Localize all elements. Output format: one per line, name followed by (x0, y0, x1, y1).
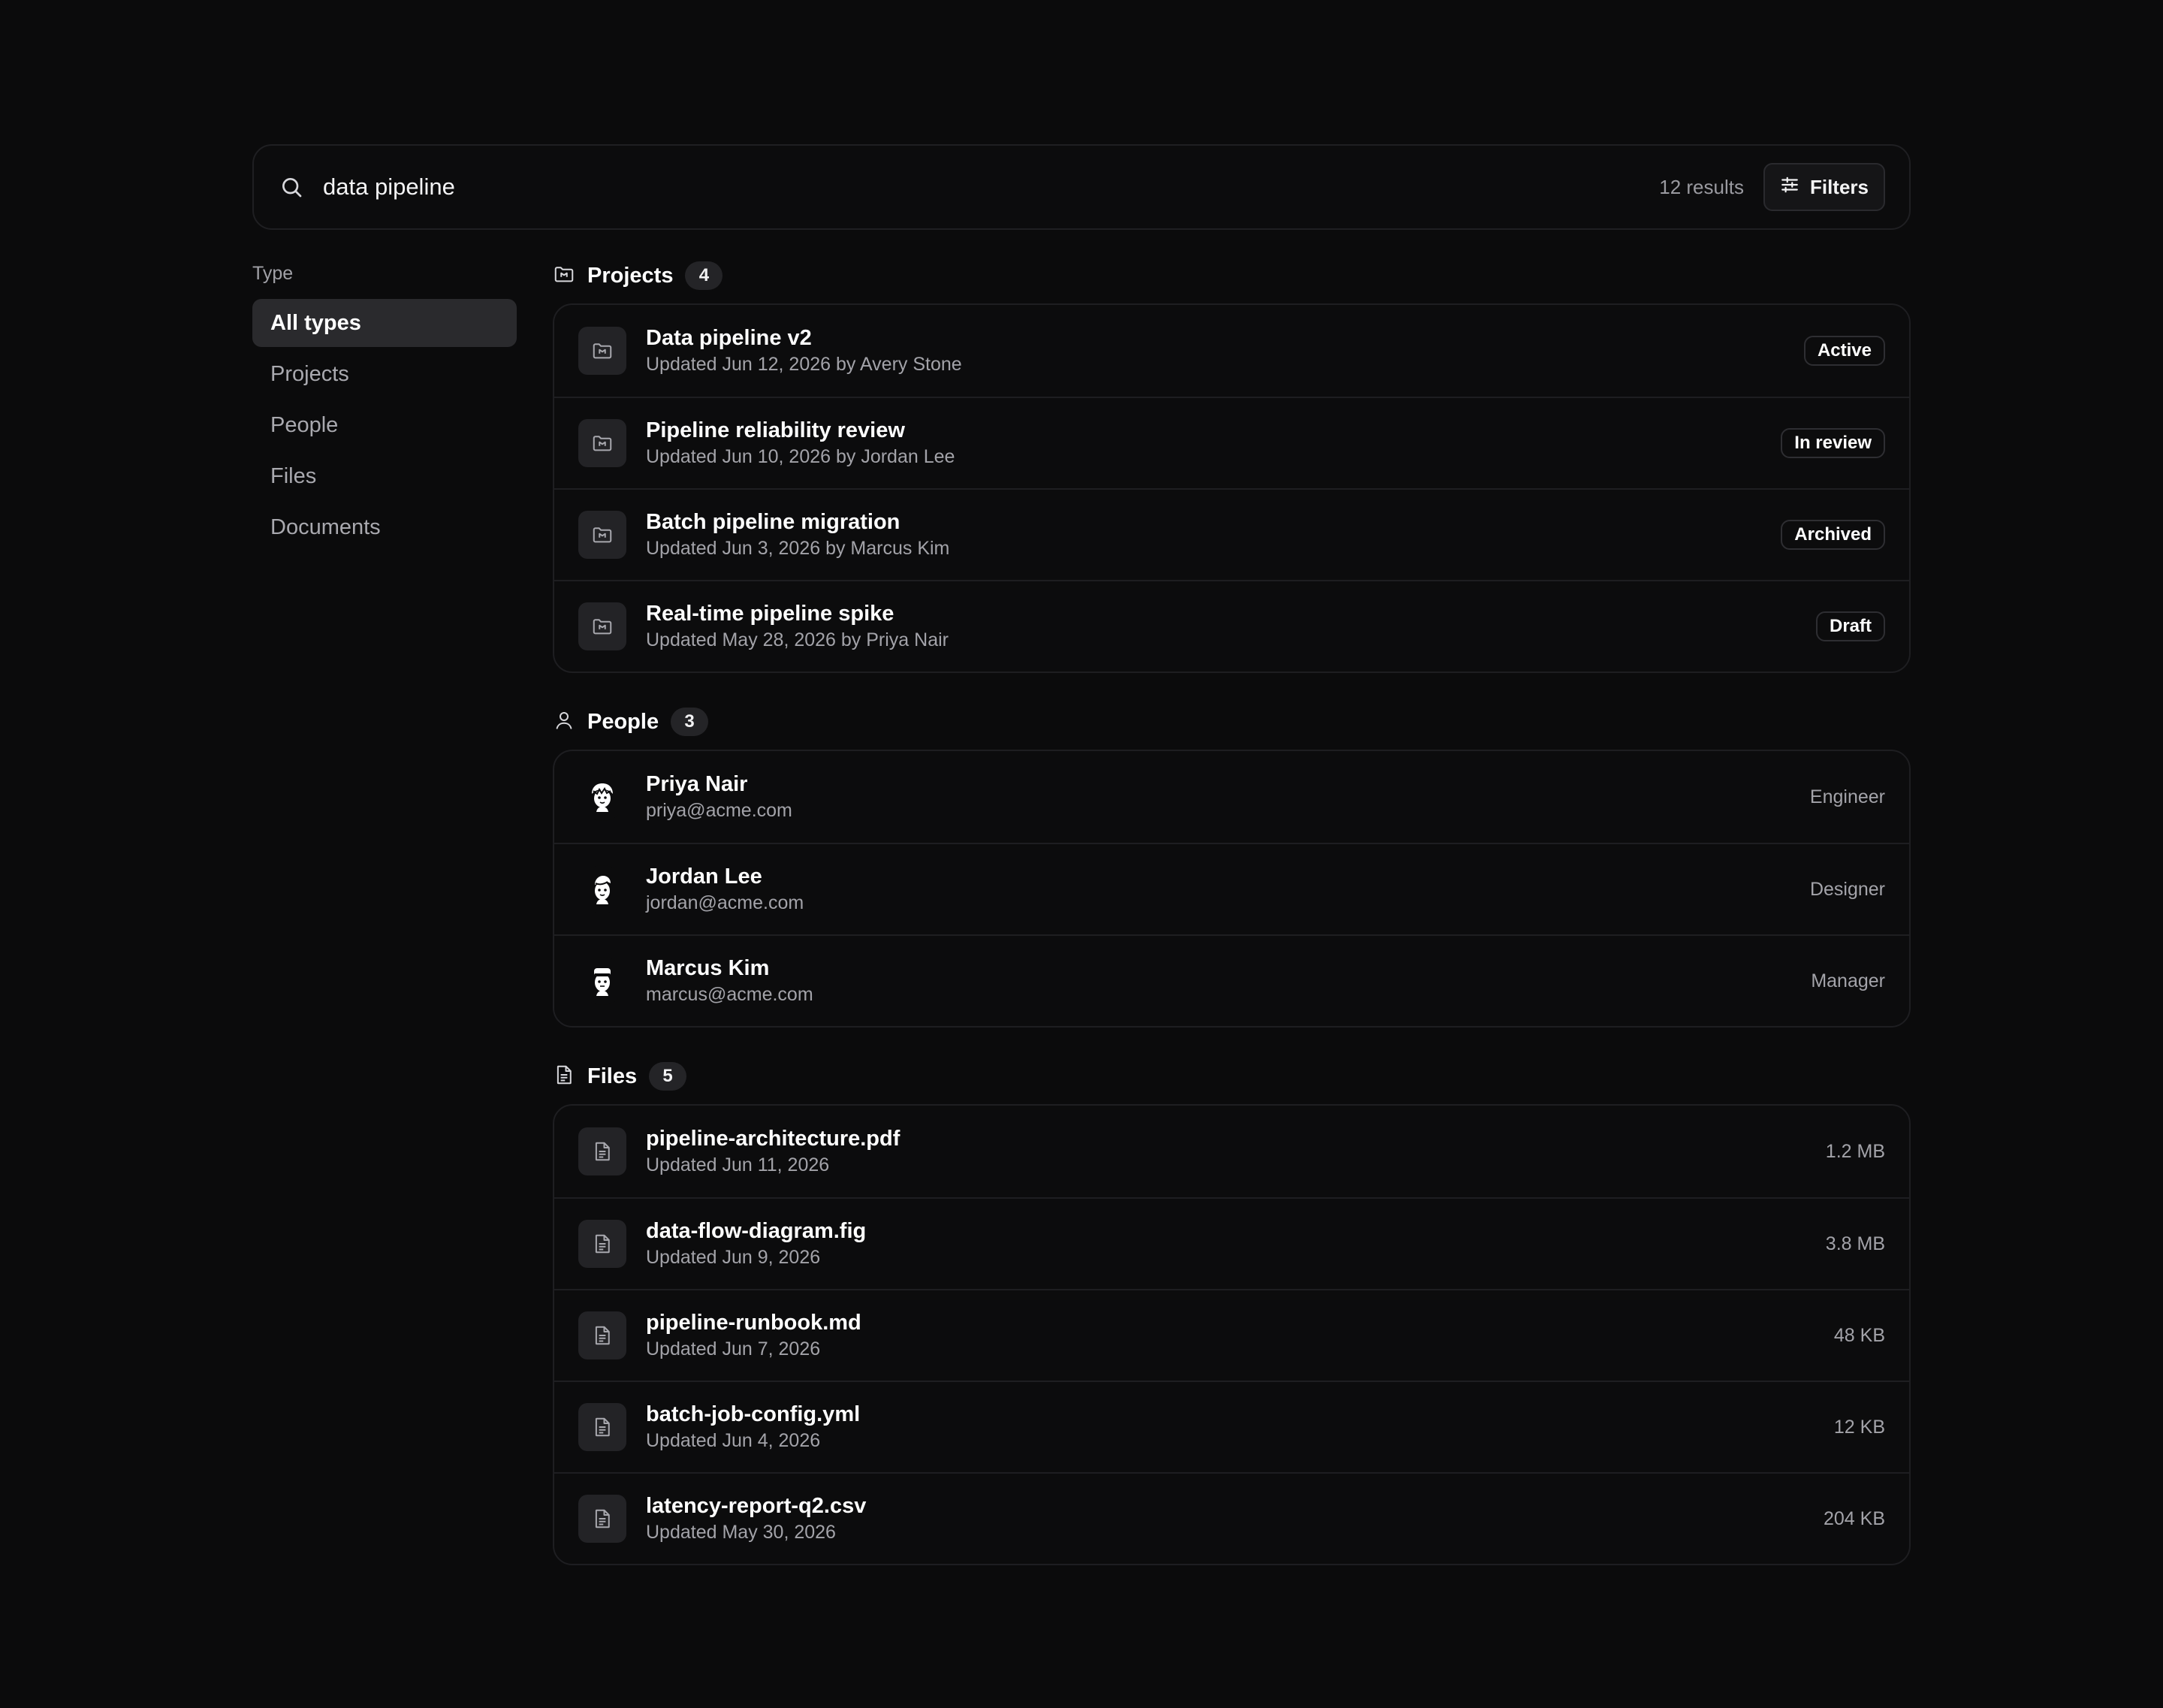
search-icon (278, 174, 305, 201)
people-section: People 3 Priya Nair priya@acme.com Engin… (553, 706, 1911, 1028)
project-meta: Updated Jun 10, 2026 by Jordan Lee (646, 446, 955, 467)
file-name: data-flow-diagram.fig (646, 1219, 867, 1243)
person-row[interactable]: Marcus Kim marcus@acme.com Manager (554, 934, 1909, 1026)
file-size: 12 KB (1833, 1416, 1885, 1438)
person-role: Engineer (1809, 786, 1885, 807)
avatar (578, 957, 626, 1005)
project-folder-icon (578, 327, 626, 375)
project-meta: Updated Jun 12, 2026 by Avery Stone (646, 354, 962, 375)
search-input[interactable] (323, 174, 1660, 201)
project-row[interactable]: Pipeline reliability review Updated Jun … (554, 397, 1909, 488)
file-row[interactable]: batch-job-config.yml Updated Jun 4, 2026… (554, 1381, 1909, 1472)
person-name: Jordan Lee (646, 865, 762, 889)
result-count: 12 results (1659, 175, 1744, 198)
avatar (578, 773, 626, 821)
person-icon (553, 709, 575, 735)
search-bar: 12 results Filters (252, 144, 1911, 230)
project-meta: Updated Jun 3, 2026 by Marcus Kim (646, 538, 950, 559)
status-badge: Archived (1781, 520, 1885, 550)
file-row[interactable]: data-flow-diagram.fig Updated Jun 9, 202… (554, 1197, 1909, 1289)
project-name: Batch pipeline migration (646, 510, 900, 534)
project-row[interactable]: Real-time pipeline spike Updated May 28,… (554, 580, 1909, 671)
project-name: Real-time pipeline spike (646, 602, 894, 626)
file-meta: Updated Jun 11, 2026 (646, 1154, 830, 1175)
file-name: latency-report-q2.csv (646, 1494, 867, 1518)
person-role: Designer (1809, 878, 1885, 900)
file-meta: Updated May 30, 2026 (646, 1522, 836, 1543)
document-icon (578, 1311, 626, 1359)
project-name: Pipeline reliability review (646, 418, 905, 442)
sidebar-item-files[interactable]: Files (252, 452, 517, 500)
search-results-page: 12 results Filters Type All types Projec… (0, 0, 2163, 1708)
person-email: jordan@acme.com (646, 892, 804, 913)
status-badge: Active (1803, 336, 1885, 366)
files-list: pipeline-architecture.pdf Updated Jun 11… (553, 1104, 1911, 1565)
project-meta: Updated May 28, 2026 by Priya Nair (646, 629, 949, 650)
sidebar-item-people[interactable]: People (252, 401, 517, 449)
document-icon (578, 1403, 626, 1451)
sidebar-title: Type (252, 263, 294, 284)
count-badge: 3 (671, 708, 709, 736)
file-meta: Updated Jun 4, 2026 (646, 1430, 821, 1451)
project-row[interactable]: Data pipeline v2 Updated Jun 12, 2026 by… (554, 305, 1909, 397)
project-folder-icon (578, 602, 626, 650)
person-email: marcus@acme.com (646, 984, 813, 1005)
file-row[interactable]: pipeline-architecture.pdf Updated Jun 11… (554, 1106, 1909, 1197)
sliders-icon (1780, 175, 1799, 200)
projects-list: Data pipeline v2 Updated Jun 12, 2026 by… (553, 303, 1911, 673)
sidebar-item-all-types[interactable]: All types (252, 299, 517, 347)
document-icon (578, 1127, 626, 1175)
file-name: pipeline-runbook.md (646, 1311, 861, 1335)
file-name: pipeline-architecture.pdf (646, 1127, 900, 1151)
project-row[interactable]: Batch pipeline migration Updated Jun 3, … (554, 488, 1909, 580)
person-row[interactable]: Jordan Lee jordan@acme.com Designer (554, 843, 1909, 934)
file-size: 48 KB (1833, 1324, 1885, 1346)
project-folder-icon (578, 511, 626, 559)
file-name: batch-job-config.yml (646, 1402, 861, 1426)
status-badge: Draft (1815, 611, 1885, 641)
folder-icon (553, 263, 575, 289)
section-title-projects: Projects (587, 263, 674, 288)
file-meta: Updated Jun 9, 2026 (646, 1247, 821, 1268)
section-title-people: People (587, 709, 659, 734)
person-email: priya@acme.com (646, 800, 792, 821)
file-size: 204 KB (1823, 1507, 1885, 1529)
document-icon (578, 1220, 626, 1268)
count-badge: 5 (649, 1062, 687, 1091)
projects-section: Projects 4 Data pipeline v2 Updated Jun … (553, 260, 1911, 673)
person-role: Manager (1811, 970, 1885, 991)
file-size: 3.8 MB (1825, 1233, 1885, 1254)
sidebar-item-projects[interactable]: Projects (252, 350, 517, 398)
file-icon (553, 1064, 575, 1090)
document-icon (578, 1495, 626, 1543)
section-title-files: Files (587, 1064, 638, 1088)
person-name: Marcus Kim (646, 956, 770, 980)
project-folder-icon (578, 419, 626, 467)
filters-button[interactable]: Filters (1763, 163, 1885, 211)
filters-label: Filters (1809, 175, 1869, 198)
file-row[interactable]: pipeline-runbook.md Updated Jun 7, 2026 … (554, 1289, 1909, 1381)
sidebar-item-documents[interactable]: Documents (252, 503, 517, 551)
project-name: Data pipeline v2 (646, 326, 812, 350)
file-size: 1.2 MB (1825, 1140, 1885, 1162)
file-row[interactable]: latency-report-q2.csv Updated May 30, 20… (554, 1472, 1909, 1564)
people-list: Priya Nair priya@acme.com Engineer Jorda… (553, 750, 1911, 1028)
file-meta: Updated Jun 7, 2026 (646, 1338, 821, 1359)
person-row[interactable]: Priya Nair priya@acme.com Engineer (554, 751, 1909, 843)
avatar (578, 865, 626, 913)
person-name: Priya Nair (646, 772, 748, 796)
status-badge: In review (1781, 428, 1885, 458)
count-badge: 4 (685, 261, 723, 290)
files-section: Files 5 pipeline-architecture.pdf Update… (553, 1061, 1911, 1565)
type-filter-sidebar: Type All types Projects People Files Doc… (252, 260, 517, 554)
